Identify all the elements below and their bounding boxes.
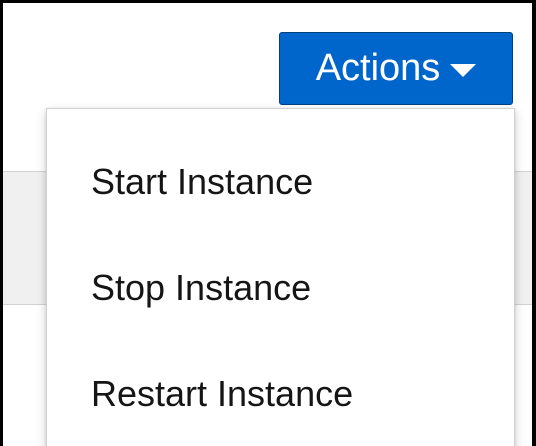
- caret-down-icon: [450, 64, 477, 77]
- menu-item-restart-instance[interactable]: Restart Instance: [47, 341, 514, 446]
- window-frame: Actions Start Instance Stop Instance Res…: [0, 0, 536, 446]
- actions-button-label: Actions: [315, 47, 441, 89]
- menu-item-label: Start Instance: [91, 161, 314, 202]
- menu-item-stop-instance[interactable]: Stop Instance: [47, 235, 514, 341]
- menu-item-label: Stop Instance: [91, 267, 312, 308]
- menu-item-label: Restart Instance: [91, 373, 354, 414]
- actions-dropdown-button[interactable]: Actions: [279, 32, 513, 105]
- menu-item-start-instance[interactable]: Start Instance: [47, 129, 514, 235]
- actions-dropdown-menu: Start Instance Stop Instance Restart Ins…: [46, 108, 515, 446]
